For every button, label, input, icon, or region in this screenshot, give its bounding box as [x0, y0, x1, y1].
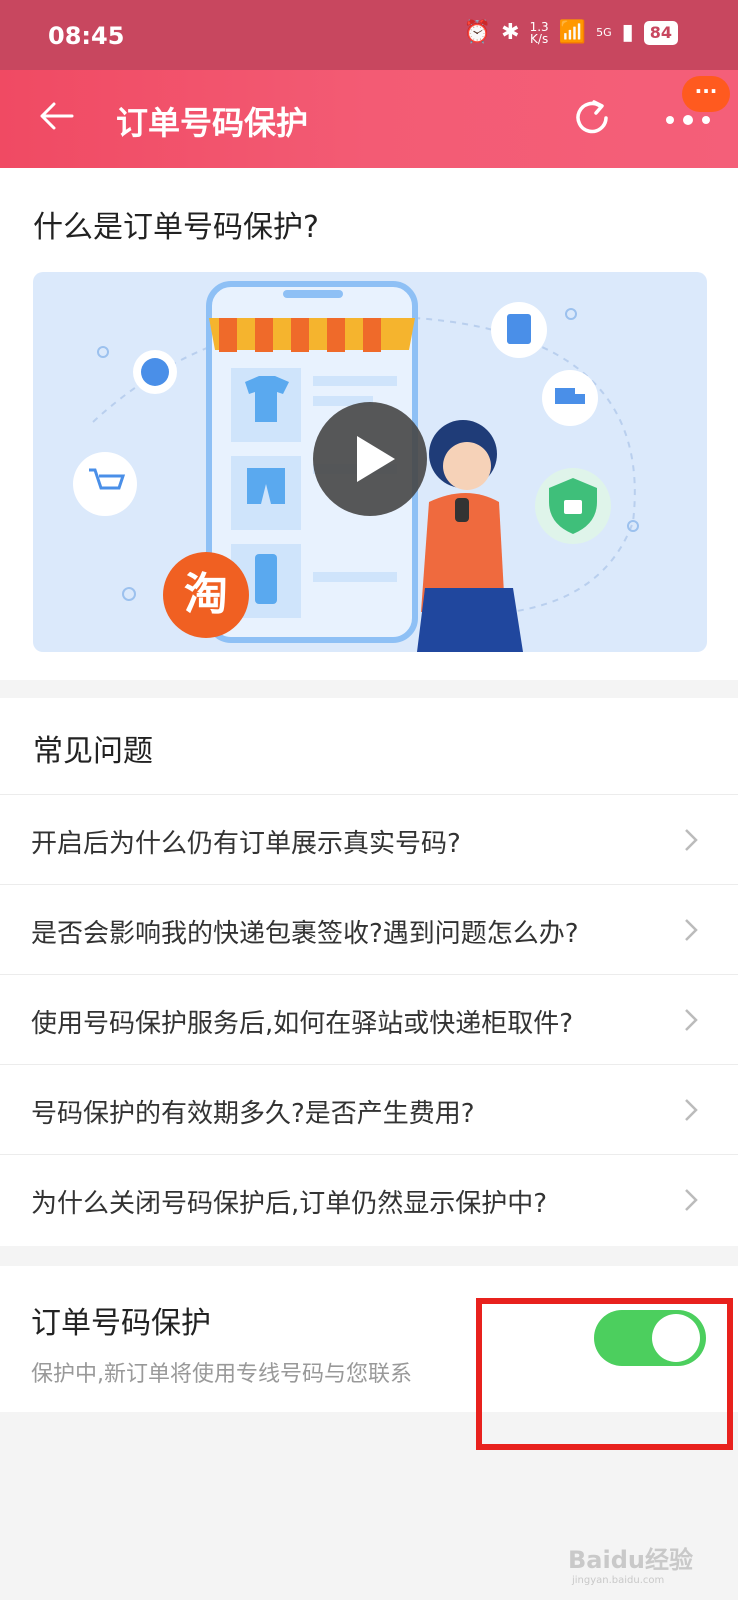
- chevron-right-icon: [685, 1189, 698, 1211]
- faq-item[interactable]: 为什么关闭号码保护后,订单仍然显示保护中?: [0, 1154, 738, 1245]
- protection-description: 保护中,新订单将使用专线号码与您联系: [31, 1362, 412, 1387]
- faq-item[interactable]: 使用号码保护服务后,如何在驿站或快递柜取件?: [0, 974, 738, 1065]
- nav-bar: 订单号码保护 ···: [0, 70, 738, 168]
- intro-video[interactable]: 淘: [33, 272, 707, 652]
- message-badge[interactable]: ···: [682, 76, 730, 112]
- faq-item[interactable]: 号码保护的有效期多久?是否产生费用?: [0, 1064, 738, 1155]
- signal-label: 5G: [596, 26, 612, 39]
- watermark: Baidu经验 jingyan.baidu.com: [568, 1540, 693, 1586]
- faq-question: 为什么关闭号码保护后,订单仍然显示保护中?: [31, 1189, 548, 1219]
- faq-title: 常见问题: [33, 734, 153, 769]
- intro-section: 什么是订单号码保护? 淘: [0, 168, 738, 680]
- back-arrow-icon[interactable]: [36, 96, 76, 136]
- play-button[interactable]: [313, 402, 427, 516]
- battery-indicator: 84: [643, 20, 678, 45]
- faq-section: 常见问题 开启后为什么仍有订单展示真实号码? 是否会影响我的快递包裹签收?遇到问…: [0, 698, 738, 1246]
- wifi-icon: 📶: [558, 20, 587, 45]
- taobao-logo: 淘: [163, 552, 249, 638]
- status-time: 08:45: [48, 22, 125, 50]
- chevron-right-icon: [685, 919, 698, 941]
- refresh-icon[interactable]: [570, 96, 614, 140]
- status-icons: ⏰ ✱ 1.3 K/s 📶 5G ▮ 84: [464, 20, 678, 45]
- faq-item[interactable]: 是否会影响我的快递包裹签收?遇到问题怎么办?: [0, 884, 738, 975]
- highlight-box: [476, 1298, 733, 1450]
- faq-question: 使用号码保护服务后,如何在驿站或快递柜取件?: [31, 1009, 574, 1039]
- status-bar: 08:45 ⏰ ✱ 1.3 K/s 📶 5G ▮ 84: [0, 0, 738, 70]
- faq-question: 开启后为什么仍有订单展示真实号码?: [31, 829, 461, 859]
- faq-question: 是否会影响我的快递包裹签收?遇到问题怎么办?: [31, 919, 579, 949]
- protection-title: 订单号码保护: [31, 1306, 211, 1341]
- cellular-icon: ▮: [621, 20, 634, 45]
- chevron-right-icon: [685, 1009, 698, 1031]
- bluetooth-icon: ✱: [501, 20, 520, 45]
- alarm-icon: ⏰: [463, 20, 492, 45]
- more-icon[interactable]: [664, 110, 712, 130]
- faq-item[interactable]: 开启后为什么仍有订单展示真实号码?: [0, 794, 738, 885]
- intro-title: 什么是订单号码保护?: [33, 210, 319, 245]
- chevron-right-icon: [685, 1099, 698, 1121]
- page-title: 订单号码保护: [116, 104, 309, 142]
- net-speed-unit: K/s: [530, 31, 549, 46]
- chevron-right-icon: [685, 829, 698, 851]
- watermark-sub: jingyan.baidu.com: [572, 1575, 665, 1586]
- net-speed: 1.3 K/s: [530, 21, 549, 45]
- watermark-text: Baidu经验: [568, 1546, 693, 1574]
- faq-question: 号码保护的有效期多久?是否产生费用?: [31, 1099, 475, 1129]
